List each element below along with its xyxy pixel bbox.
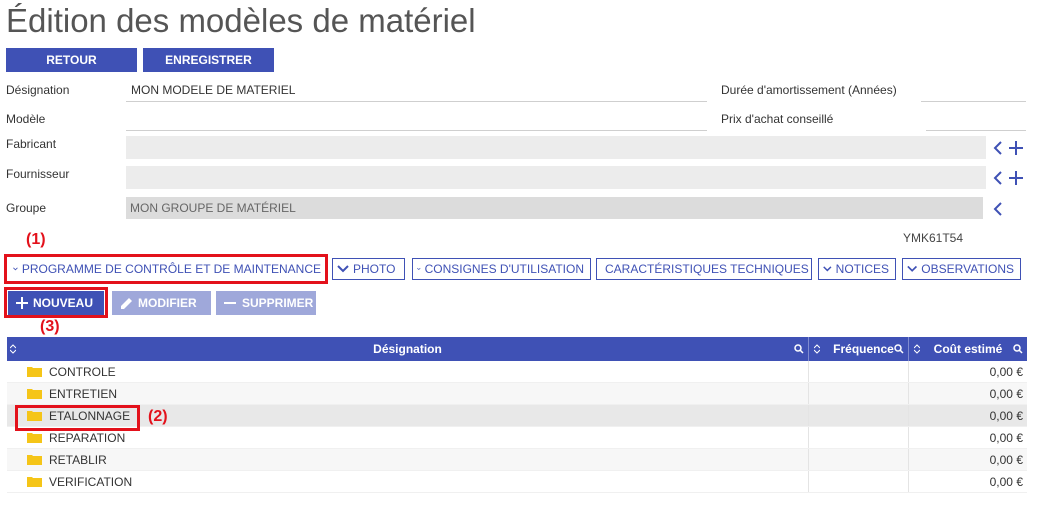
column-label: Fréquence [833,342,894,356]
plus-icon[interactable] [1008,170,1024,186]
delete-button-label: SUPPRIMER [242,296,314,310]
annotation-1: (1) [26,231,46,248]
row-frequence [809,471,909,492]
table-row[interactable]: CONTROLE 0,00 € [7,361,1027,383]
highlight-box-new [4,287,108,318]
tab-label: OBSERVATIONS [921,262,1014,276]
save-button[interactable]: ENREGISTRER [143,48,274,72]
column-frequence[interactable]: Fréquence [809,337,909,361]
chevron-left-icon[interactable] [990,140,1006,156]
row-cout: 0,00 € [989,452,1023,467]
row-cout: 0,00 € [989,364,1023,379]
highlight-box-row [15,405,140,431]
tab-notices[interactable]: NOTICES [818,258,896,280]
highlight-box-tab [4,254,328,284]
table-header: Désignation Fréquence Coût estimé [7,337,1027,361]
fournisseur-label: Fournisseur [6,167,70,181]
fabricant-label: Fabricant [6,137,57,151]
row-frequence [809,383,909,404]
column-label: Coût estimé [933,342,1003,356]
search-icon [794,344,804,354]
chevron-down-icon [337,265,349,273]
delete-button[interactable]: SUPPRIMER [216,291,316,315]
chevron-down-icon [417,267,421,271]
groupe-label: Groupe [6,201,47,215]
tab-photo[interactable]: PHOTO [332,258,405,280]
row-cout: 0,00 € [989,408,1023,423]
sort-icon [10,344,16,354]
table-row[interactable]: REPARATION 0,00 € [7,427,1027,449]
tab-consignes[interactable]: CONSIGNES D'UTILISATION [412,258,591,280]
row-frequence [809,449,909,470]
annotation-2: (2) [148,408,168,425]
row-designation: VERIFICATION [49,474,133,489]
designation-label: Désignation [6,83,70,97]
duree-underline [921,101,1026,102]
row-frequence [809,361,909,382]
search-icon [1013,344,1023,354]
page-title: Édition des modèles de matériel [6,2,476,39]
row-designation: RETABLIR [49,452,107,467]
tab-label: NOTICES [835,262,889,276]
back-button[interactable]: RETOUR [6,48,137,72]
folder-icon [27,367,42,377]
modele-label: Modèle [6,112,46,126]
row-frequence [809,405,909,426]
duree-label: Durée d'amortissement (Années) [721,83,897,97]
sort-icon [914,344,920,354]
column-designation[interactable]: Désignation [7,337,809,361]
prix-underline [926,130,1026,131]
groupe-field[interactable]: MON GROUPE DE MATÉRIEL [126,197,983,219]
tab-label: CARACTÉRISTIQUES TECHNIQUES [605,262,809,276]
tab-observations[interactable]: OBSERVATIONS [902,258,1021,280]
modele-underline [126,130,707,131]
folder-icon [27,433,42,443]
pencil-icon [121,297,132,309]
folder-icon [27,389,42,399]
plus-icon[interactable] [1008,140,1024,156]
table-row[interactable]: RETABLIR 0,00 € [7,449,1027,471]
model-code: YMK61T54 [903,231,964,245]
column-cout[interactable]: Coût estimé [909,337,1027,361]
folder-icon [27,455,42,465]
row-frequence [809,427,909,448]
chevron-left-icon[interactable] [990,170,1006,186]
minus-icon [224,302,236,304]
designation-field[interactable]: MON MODELE DE MATERIEL [131,83,295,97]
row-designation: CONTROLE [49,364,116,379]
sort-icon [814,344,820,354]
row-cout: 0,00 € [989,430,1023,445]
folder-icon [27,477,42,487]
chevron-down-icon [823,266,832,272]
tab-label: PHOTO [353,262,396,276]
fournisseur-field[interactable] [126,166,986,189]
chevron-left-icon[interactable] [990,201,1006,217]
annotation-3: (3) [40,318,60,335]
row-cout: 0,00 € [989,386,1023,401]
edit-button-label: MODIFIER [138,296,197,310]
table-row[interactable]: ENTRETIEN 0,00 € [7,383,1027,405]
chevron-down-icon [907,265,918,272]
row-cout: 0,00 € [989,474,1023,489]
designation-underline [126,101,707,102]
search-icon [894,344,904,354]
tab-label: CONSIGNES D'UTILISATION [424,262,584,276]
edit-button[interactable]: MODIFIER [112,291,211,315]
table-row[interactable]: VERIFICATION 0,00 € [7,471,1027,493]
row-designation: ENTRETIEN [49,386,118,401]
prix-label: Prix d'achat conseillé [721,112,834,126]
tab-caracteristiques[interactable]: CARACTÉRISTIQUES TECHNIQUES [596,258,812,280]
row-designation: REPARATION [49,430,126,445]
column-label: Désignation [373,342,442,356]
fabricant-field[interactable] [126,136,986,159]
